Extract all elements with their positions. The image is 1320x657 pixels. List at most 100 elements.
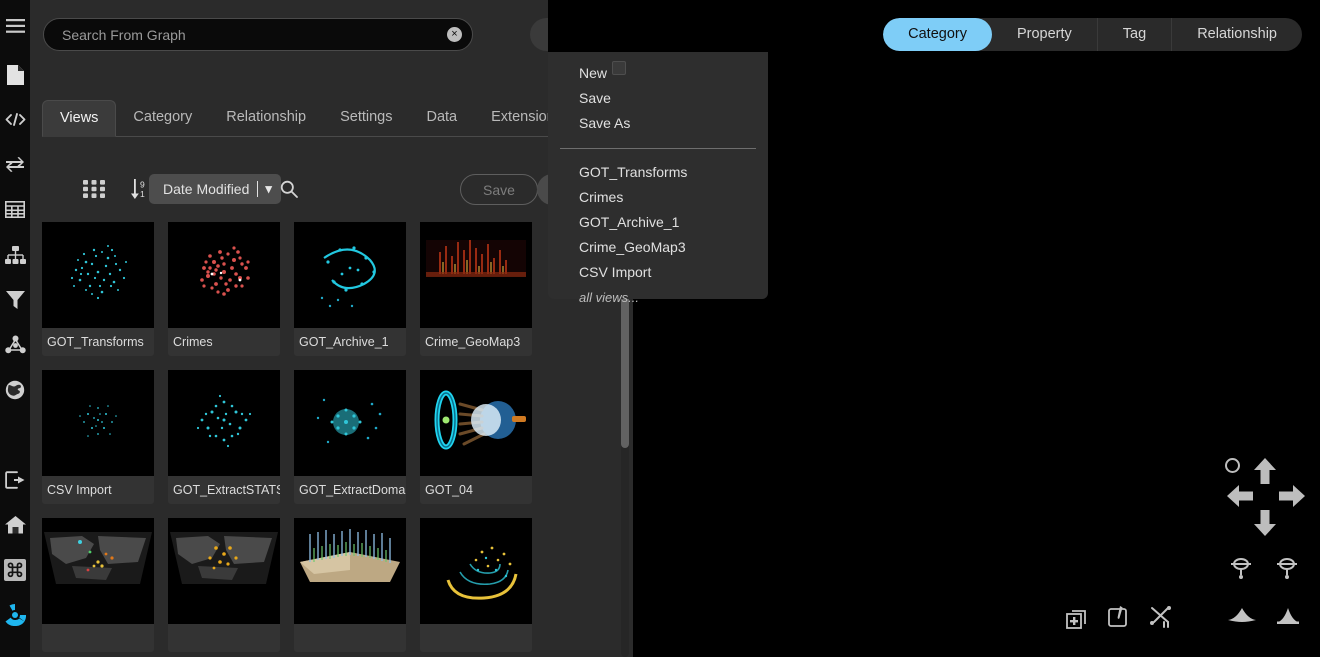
pan-up-button[interactable] bbox=[1253, 458, 1277, 489]
view-thumbnail bbox=[168, 222, 280, 328]
save-button[interactable]: Save bbox=[460, 174, 538, 205]
pan-down-button[interactable] bbox=[1253, 510, 1277, 541]
measure-button[interactable] bbox=[1148, 604, 1174, 635]
menu-item-csv-import[interactable]: CSV Import bbox=[548, 260, 768, 285]
pan-center-button[interactable] bbox=[1225, 458, 1240, 473]
view-thumbnail bbox=[294, 222, 406, 328]
chevron-down-icon: ▾ bbox=[265, 181, 272, 197]
view-menu: New Save Save As GOT_Transforms Crimes G… bbox=[548, 52, 768, 299]
view-card[interactable]: GOT_Archive_1 bbox=[294, 222, 406, 356]
view-card[interactable]: CSV Import bbox=[42, 370, 154, 504]
rotate-right-button[interactable] bbox=[1274, 554, 1300, 585]
globe-icon[interactable] bbox=[0, 367, 30, 412]
view-thumbnail bbox=[420, 370, 532, 476]
menu-item-new[interactable]: New bbox=[548, 61, 768, 86]
attribute-tab-group: Category Property Tag Relationship bbox=[883, 18, 1302, 51]
annotate-button[interactable] bbox=[1106, 604, 1132, 635]
network-icon[interactable] bbox=[0, 322, 30, 367]
view-card-label: GOT_ExtractDomains bbox=[294, 476, 406, 504]
export-icon[interactable] bbox=[0, 457, 30, 502]
view-card[interactable] bbox=[420, 518, 532, 652]
view-card[interactable]: GOT_ExtractDomains bbox=[294, 370, 406, 504]
view-card-label: CSV Import bbox=[42, 476, 154, 504]
svg-text:9: 9 bbox=[140, 180, 145, 190]
tab-category[interactable]: Category bbox=[116, 99, 209, 136]
table-icon[interactable] bbox=[0, 187, 30, 232]
search-row: × bbox=[43, 18, 473, 51]
view-card-label: GOT_Transforms bbox=[42, 328, 154, 356]
view-card[interactable] bbox=[294, 518, 406, 652]
view-thumbnail bbox=[294, 518, 406, 624]
grid-view-icon[interactable] bbox=[83, 170, 105, 208]
pan-left-button[interactable] bbox=[1227, 484, 1253, 513]
view-thumbnail bbox=[42, 370, 154, 476]
tab-property[interactable]: Property bbox=[992, 18, 1098, 51]
menu-divider bbox=[560, 148, 756, 149]
view-card-label: GOT_04 bbox=[420, 476, 532, 504]
new-badge-icon bbox=[612, 61, 626, 75]
search-icon[interactable] bbox=[280, 170, 298, 208]
panel-tab-strip: Views Category Relationship Settings Dat… bbox=[42, 100, 633, 137]
menu-item-all-views[interactable]: all views... bbox=[548, 285, 768, 310]
view-card[interactable] bbox=[42, 518, 154, 652]
camera-lens-wide-button[interactable] bbox=[1228, 604, 1256, 631]
view-thumbnail bbox=[168, 370, 280, 476]
search-input[interactable] bbox=[43, 18, 473, 51]
sort-field-select[interactable]: Date Modified ▾ bbox=[149, 174, 281, 204]
app-logo-icon[interactable] bbox=[0, 592, 30, 637]
tab-category[interactable]: Category bbox=[883, 18, 992, 51]
view-card[interactable]: GOT_ExtractSTATS bbox=[168, 370, 280, 504]
views-panel: × Views Category Relationship Settings D… bbox=[30, 0, 633, 657]
menu-item-save-as[interactable]: Save As bbox=[548, 111, 768, 136]
view-thumbnail bbox=[42, 518, 154, 624]
views-grid-row bbox=[42, 518, 633, 652]
views-grid-row: CSV Import GOT_ExtractSTATS bbox=[42, 370, 633, 504]
add-layer-button[interactable] bbox=[1064, 604, 1090, 635]
hierarchy-icon[interactable] bbox=[0, 232, 30, 277]
left-navigation-rail bbox=[0, 0, 30, 657]
code-icon[interactable] bbox=[0, 97, 30, 142]
tab-relationship[interactable]: Relationship bbox=[209, 99, 323, 136]
view-card-label: Crimes bbox=[168, 328, 280, 356]
svg-text:1: 1 bbox=[140, 189, 145, 199]
rotate-left-button[interactable] bbox=[1228, 554, 1254, 585]
menu-item-crime-geomap3[interactable]: Crime_GeoMap3 bbox=[548, 235, 768, 260]
tab-tag[interactable]: Tag bbox=[1098, 18, 1172, 51]
view-card[interactable] bbox=[168, 518, 280, 652]
filter-icon[interactable] bbox=[0, 277, 30, 322]
view-card-label bbox=[420, 624, 532, 652]
view-card[interactable]: GOT_Transforms bbox=[42, 222, 154, 356]
pan-control-pad bbox=[1225, 458, 1305, 538]
tab-data[interactable]: Data bbox=[409, 99, 474, 136]
sort-descending-icon[interactable]: 9 1 bbox=[130, 170, 148, 208]
menu-item-save[interactable]: Save bbox=[548, 86, 768, 111]
views-grid-row: GOT_Transforms Crimes bbox=[42, 222, 633, 356]
view-card-label bbox=[168, 624, 280, 652]
hamburger-menu-icon[interactable] bbox=[0, 0, 30, 52]
view-thumbnail bbox=[42, 222, 154, 328]
clear-search-icon[interactable]: × bbox=[447, 27, 462, 42]
view-card[interactable]: GOT_04 bbox=[420, 370, 532, 504]
tab-views[interactable]: Views bbox=[42, 100, 116, 137]
tab-relationship[interactable]: Relationship bbox=[1172, 18, 1302, 51]
home-icon[interactable] bbox=[0, 502, 30, 547]
view-card[interactable]: Crime_GeoMap3 bbox=[420, 222, 532, 356]
view-thumbnail bbox=[294, 370, 406, 476]
command-icon[interactable] bbox=[0, 547, 30, 592]
view-card[interactable]: Crimes bbox=[168, 222, 280, 356]
view-card-label bbox=[42, 624, 154, 652]
rotate-control-group bbox=[1228, 554, 1308, 588]
tab-settings[interactable]: Settings bbox=[323, 99, 409, 136]
views-grid: GOT_Transforms Crimes bbox=[42, 222, 633, 657]
app-root: × Views Category Relationship Settings D… bbox=[0, 0, 1320, 657]
menu-item-crimes[interactable]: Crimes bbox=[548, 185, 768, 210]
menu-item-got-archive-1[interactable]: GOT_Archive_1 bbox=[548, 210, 768, 235]
transfer-arrows-icon[interactable] bbox=[0, 142, 30, 187]
views-toolbar: 9 1 Date Modified ▾ Save Save As bbox=[42, 170, 633, 208]
camera-lens-narrow-button[interactable] bbox=[1274, 604, 1302, 631]
text-cursor bbox=[257, 181, 258, 197]
view-card-label: Crime_GeoMap3 bbox=[420, 328, 532, 356]
menu-item-got-transforms[interactable]: GOT_Transforms bbox=[548, 160, 768, 185]
document-icon[interactable] bbox=[0, 52, 30, 97]
pan-right-button[interactable] bbox=[1279, 484, 1305, 513]
